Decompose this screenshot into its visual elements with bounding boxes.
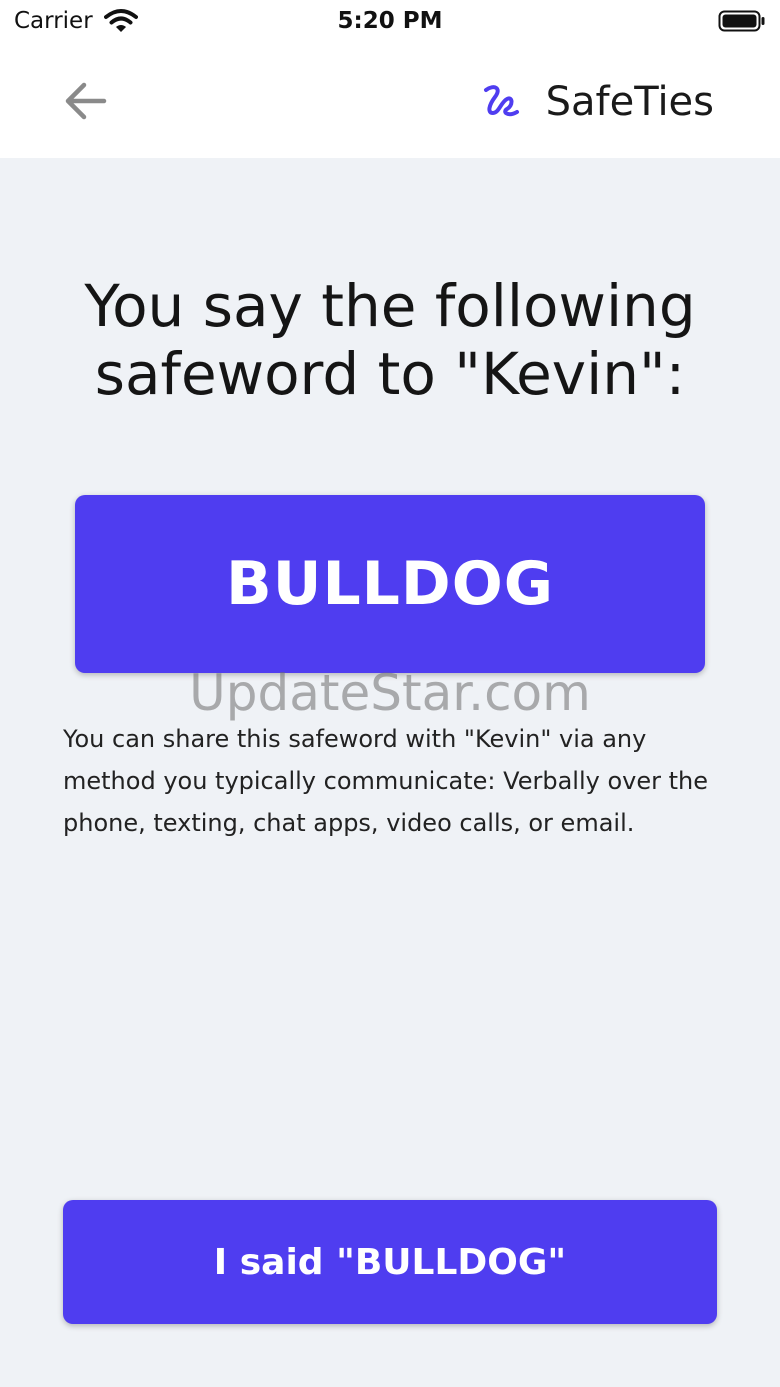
safeword-text: BULLDOG <box>226 549 554 619</box>
page-heading: You say the following safeword to "Kevin… <box>84 272 696 408</box>
brand-name: SafeTies <box>545 79 714 125</box>
safeword-card: BULLDOG <box>75 495 705 673</box>
back-button[interactable] <box>58 76 112 126</box>
confirm-safeword-button[interactable]: I said "BULLDOG" <box>63 1200 717 1324</box>
share-instructions: You can share this safeword with "Kevin"… <box>63 725 708 837</box>
status-time: 5:20 PM <box>337 8 443 34</box>
nav-bar: SafeTies <box>0 46 780 158</box>
status-bar: Carrier 5:20 PM <box>0 0 780 46</box>
safeties-logo-icon <box>483 85 519 117</box>
battery-icon <box>718 10 765 32</box>
brand: SafeTies <box>480 76 714 128</box>
arrow-left-icon <box>65 82 107 120</box>
